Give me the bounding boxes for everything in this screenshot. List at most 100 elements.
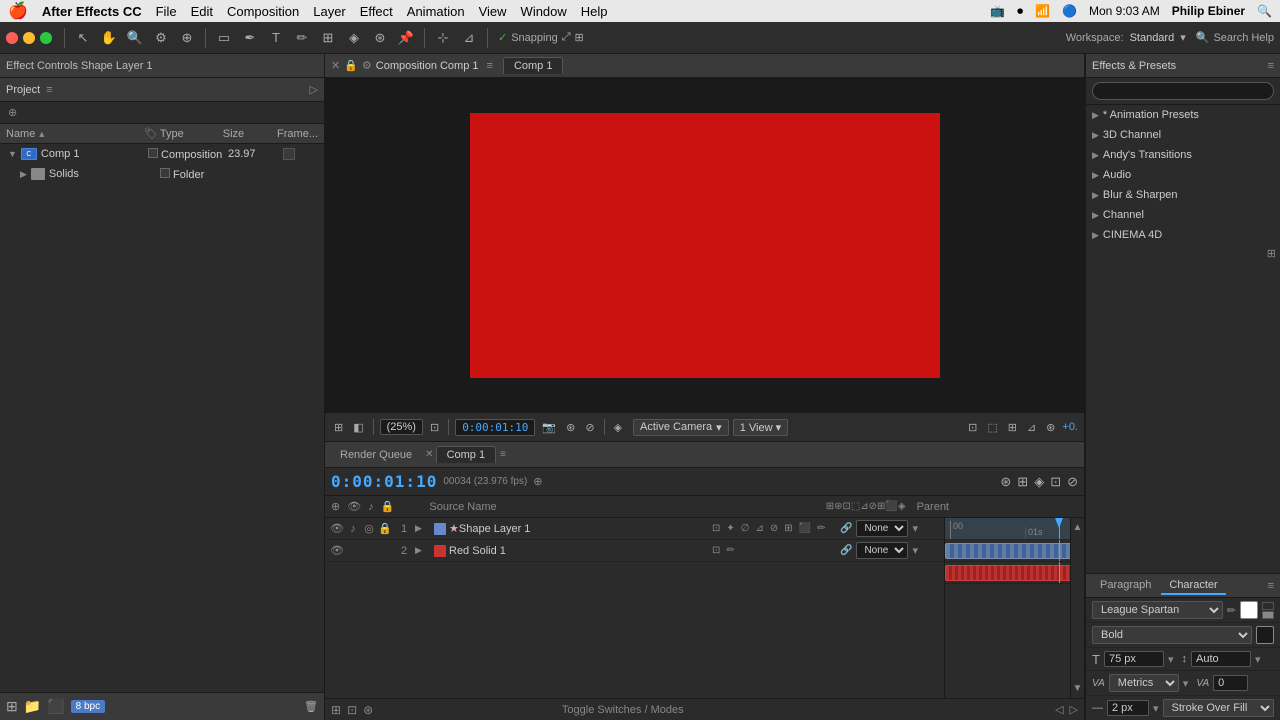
layer-audio-icon[interactable]: ♪ [345,523,361,535]
font-size-input[interactable] [1104,651,1164,667]
switch-icon[interactable]: ∅ [739,523,752,534]
edit-pencil-icon[interactable]: ✏ [815,523,827,534]
comp-tab[interactable]: Comp 1 [503,57,564,74]
swatch-dark[interactable] [1262,602,1274,610]
switch-icon[interactable]: ⊿ [754,523,766,534]
footer-switches-label[interactable]: Toggle Switches / Modes [562,704,684,716]
expand-arrow-icon[interactable]: ▶ [20,169,27,180]
tl-footer-icon3[interactable]: ⊛ [363,703,373,717]
delete-icon[interactable]: 🗑 [304,700,318,713]
expand-arrow-icon[interactable]: ▼ [8,149,17,159]
leading-input[interactable] [1191,651,1251,667]
effects-item-3d-channel[interactable]: ▶ 3D Channel [1086,125,1280,145]
menubar-layer[interactable]: Layer [313,4,346,19]
view-selector[interactable]: 1 View ▾ [733,419,788,436]
project-menu-icon[interactable]: ≡ [46,84,52,96]
tl-render-icon[interactable]: ⊘ [1067,474,1078,490]
quality-icon[interactable]: ◈ [611,421,625,434]
switch-icon[interactable]: ⊘ [768,523,780,534]
footage-icon[interactable]: ⬛ [47,698,64,715]
font-size-chevron-icon[interactable]: ▾ [1168,653,1174,666]
snapping-control[interactable]: ✓ Snapping ⤢ ⊞ [498,31,584,44]
stroke-type-select[interactable]: Stroke Over Fill [1163,699,1274,717]
menubar-effect[interactable]: Effect [360,4,393,19]
menubar-edit[interactable]: Edit [191,4,213,19]
viewer-timecode[interactable]: 0:00:01:10 [455,419,535,436]
camera-icon[interactable]: 📷 [539,421,559,434]
tab-close-icon[interactable]: ✕ [425,449,433,460]
layer-collapse-icon[interactable]: ▶ [415,523,431,534]
tab-comp1[interactable]: Comp 1 [436,446,497,463]
viewer-overlay2-icon[interactable]: ⊛ [1043,421,1058,434]
pen-tool[interactable]: ✒ [238,26,262,50]
comp-header-menu-icon[interactable]: ≡ [487,60,493,72]
stamp-tool[interactable]: ⊞ [316,26,340,50]
effects-grid-icon[interactable]: ⊞ [1267,247,1276,260]
char-menu-icon[interactable]: ≡ [1268,580,1274,592]
menubar-composition[interactable]: Composition [227,4,299,19]
layer-vis-icon[interactable]: 👁 [329,522,345,535]
tab-paragraph[interactable]: Paragraph [1092,577,1159,595]
workspace-selector[interactable]: Workspace: Standard ▾ [1066,31,1186,44]
effects-item-blur-sharpen[interactable]: ▶ Blur & Sharpen [1086,185,1280,205]
hand-tool[interactable]: ✋ [97,26,121,50]
camera-selector[interactable]: Active Camera ▾ [633,419,729,436]
menubar-help[interactable]: Help [581,4,608,19]
timeline-timecode[interactable]: 0:00:01:10 [331,472,437,491]
track-bar-shape[interactable] [945,543,1084,559]
menubar-file[interactable]: File [156,4,177,19]
tab-character[interactable]: Character [1161,577,1225,595]
scroll-up-icon[interactable]: ▲ [1073,522,1083,533]
switch-icon[interactable]: ⬛ [797,523,813,534]
table-row[interactable]: ▶ Solids Folder [0,164,324,184]
tl-footer-icon2[interactable]: ⊡ [347,703,357,717]
edit-pencil-icon[interactable]: ✏ [724,545,736,556]
effects-item-cinema4d[interactable]: ▶ CINEMA 4D [1086,225,1280,245]
eraser-tool[interactable]: ◈ [342,26,366,50]
bpc-badge[interactable]: 8 bpc [71,700,105,713]
effects-presets-menu-icon[interactable]: ≡ [1268,60,1274,72]
pin-tool[interactable]: 📌 [394,26,418,50]
parent-dropdown-1[interactable]: None [856,520,908,537]
viewer-overlay-icon[interactable]: ◧ [350,421,366,434]
parent-dropdown-2[interactable]: None [856,542,908,559]
tl-audio-icon[interactable]: ♪ [366,501,376,513]
effects-item-anim-presets[interactable]: ▶ * Animation Presets [1086,105,1280,125]
timeline-scrollbar[interactable]: ▲ ▼ [1070,518,1084,698]
layer-solo-icon[interactable]: ◎ [361,522,377,535]
orbit-tool[interactable]: ⊕ [175,26,199,50]
tab-comp1-menu-icon[interactable]: ≡ [500,449,506,460]
maximize-button[interactable] [40,32,52,44]
menubar-user[interactable]: Philip Ebiner [1172,4,1245,18]
layer-row-1[interactable]: 👁 ♪ ◎ 🔒 1 ▶ ★ Shape Layer 1 ⊡ ✦ ∅ [325,518,944,540]
tab-render-queue[interactable]: Render Queue [329,446,423,464]
switch-icon[interactable]: ✦ [724,523,736,534]
transparency-icon[interactable]: ⊘ [582,421,597,434]
brush-tool[interactable]: ✏ [290,26,314,50]
track-bar-solid[interactable] [945,565,1084,581]
search-help[interactable]: 🔍 Search Help [1196,31,1274,44]
effects-item-channel[interactable]: ▶ Channel [1086,205,1280,225]
viewer-grid-icon[interactable]: ⊞ [331,421,346,434]
viewer-mask-icon[interactable]: ⬚ [984,421,1000,434]
camera-tool[interactable]: ⚙ [149,26,173,50]
layer-collapse-icon[interactable]: ▶ [415,545,431,556]
mask-feather-tool[interactable]: ⊿ [457,26,481,50]
parent-expand-icon[interactable]: ▾ [912,544,918,557]
swatch-gray[interactable] [1262,611,1274,619]
effects-item-andys-transitions[interactable]: ▶ Andy's Transitions [1086,145,1280,165]
new-comp-icon[interactable]: ⊞ [6,698,18,715]
scroll-down-icon[interactable]: ▼ [1073,683,1083,694]
menubar-app-name[interactable]: After Effects CC [42,4,142,19]
text-tool[interactable]: T [264,26,288,50]
menubar-window[interactable]: Window [521,4,567,19]
parent-expand-icon[interactable]: ▾ [912,522,918,535]
kerning-select[interactable]: Metrics [1109,674,1179,692]
tl-collapse-icon[interactable]: ⊞ [1017,474,1028,490]
tl-footer-left-bracket[interactable]: ◁ [1055,703,1063,716]
stroke-size-input[interactable] [1107,700,1149,716]
tl-graph-icon[interactable]: ⊡ [1050,474,1061,490]
tl-solo-icon[interactable]: ⊕ [329,500,342,513]
layer-lock-icon[interactable]: 🔒 [377,522,393,535]
switch-icon[interactable]: ⊞ [782,523,794,534]
